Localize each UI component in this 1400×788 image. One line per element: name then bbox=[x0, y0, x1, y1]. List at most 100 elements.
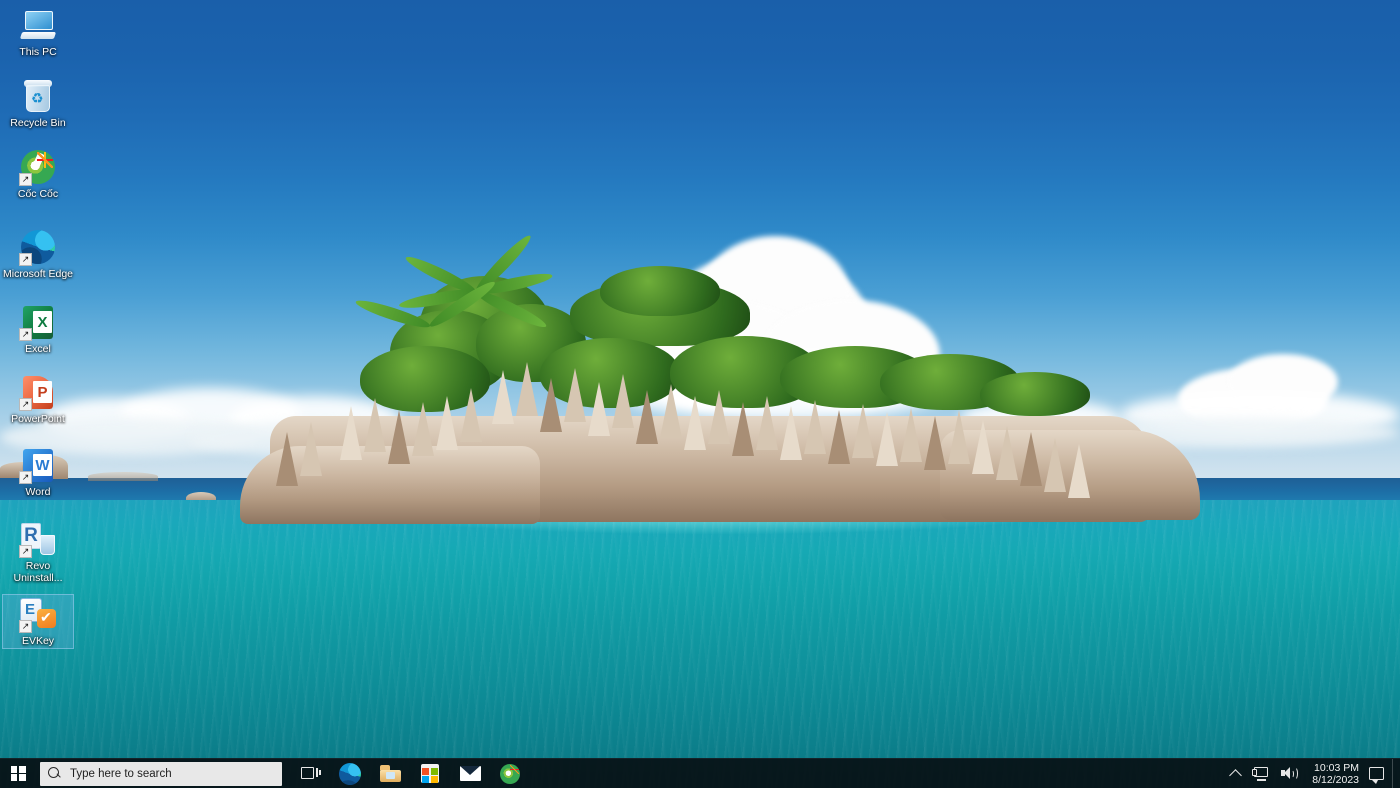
speaker-icon bbox=[1281, 767, 1299, 781]
desktop-icon-label: Microsoft Edge bbox=[2, 268, 74, 280]
rock-spike bbox=[340, 406, 362, 460]
distant-islet bbox=[88, 472, 158, 481]
rock-spike bbox=[636, 390, 658, 444]
show-desktop-button[interactable] bbox=[1392, 758, 1398, 788]
desktop-icon-evkey[interactable]: EVKey bbox=[2, 594, 74, 649]
microsoft-word-icon: W bbox=[19, 446, 57, 484]
rock-spike bbox=[460, 388, 482, 442]
desktop-icon-label: EVKey bbox=[21, 635, 55, 647]
chevron-up-icon bbox=[1229, 768, 1243, 782]
rock-spike bbox=[756, 396, 778, 450]
search-icon bbox=[48, 767, 61, 780]
desktop-icon-revo-uninstaller[interactable]: R Revo Uninstall... bbox=[2, 520, 74, 584]
rock-spike bbox=[612, 374, 634, 428]
desktop-icon-excel[interactable]: X Excel bbox=[2, 303, 74, 356]
rock-spike bbox=[972, 420, 994, 474]
shortcut-badge-icon bbox=[19, 173, 32, 186]
shortcut-badge-icon bbox=[19, 471, 32, 484]
desktop-icon-label: Revo Uninstall... bbox=[13, 560, 63, 584]
desktop-icon-recycle-bin[interactable]: ♻ Recycle Bin bbox=[2, 77, 74, 130]
desktop-icon-label: Excel bbox=[25, 343, 51, 355]
rock-spike bbox=[564, 368, 586, 422]
rock-spike bbox=[852, 404, 874, 458]
search-placeholder: Type here to search bbox=[70, 767, 172, 780]
network-status-button[interactable] bbox=[1246, 759, 1275, 788]
rock-spike bbox=[388, 410, 410, 464]
wallpaper-island bbox=[240, 231, 1200, 535]
desktop-icon-label: PowerPoint bbox=[11, 413, 65, 425]
network-icon bbox=[1252, 766, 1269, 781]
show-hidden-icons-button[interactable] bbox=[1225, 759, 1246, 788]
rock-spike bbox=[588, 382, 610, 436]
recycle-bin-icon: ♻ bbox=[19, 77, 57, 115]
rock-spike bbox=[804, 400, 826, 454]
shortcut-badge-icon bbox=[19, 620, 32, 633]
taskbar-app-microsoft-edge[interactable] bbox=[330, 759, 370, 788]
microsoft-excel-icon: X bbox=[19, 303, 57, 341]
rock-spike bbox=[492, 370, 514, 424]
rock-spike bbox=[1068, 444, 1090, 498]
desktop-icon-word[interactable]: W Word bbox=[2, 446, 74, 499]
rock-spike bbox=[948, 410, 970, 464]
clock[interactable]: 10:03 PM 8/12/2023 bbox=[1304, 759, 1367, 788]
task-view-icon bbox=[300, 766, 321, 781]
taskbar-app-mail[interactable] bbox=[450, 759, 490, 788]
rock-spike bbox=[516, 362, 538, 416]
rock-spike bbox=[924, 416, 946, 470]
wallpaper-water-ripples bbox=[0, 500, 1400, 788]
microsoft-powerpoint-icon: P bbox=[19, 373, 57, 411]
rock-spike bbox=[684, 396, 706, 450]
coccoc-browser-icon bbox=[19, 148, 57, 186]
rock-spike bbox=[780, 406, 802, 460]
rock-spike bbox=[732, 402, 754, 456]
rock-spike bbox=[828, 410, 850, 464]
taskbar-pinned-apps bbox=[290, 759, 530, 788]
windows-logo-icon bbox=[10, 766, 26, 781]
desktop-icon-microsoft-edge[interactable]: Microsoft Edge bbox=[2, 228, 74, 281]
clock-date: 8/12/2023 bbox=[1312, 773, 1359, 786]
evkey-icon bbox=[19, 595, 57, 633]
microsoft-edge-icon bbox=[19, 228, 57, 266]
rock-spike bbox=[540, 378, 562, 432]
desktop-icon-powerpoint[interactable]: P PowerPoint bbox=[2, 373, 74, 426]
revo-uninstaller-icon: R bbox=[19, 520, 57, 558]
task-view-button[interactable] bbox=[290, 759, 330, 788]
rock-spike bbox=[900, 408, 922, 462]
desktop-icon-coc-coc[interactable]: Cốc Cốc bbox=[2, 148, 74, 201]
search-input[interactable]: Type here to search bbox=[40, 761, 282, 786]
taskbar: Type here to search 10:03 PM 8/12/2023 bbox=[0, 758, 1400, 788]
clock-time: 10:03 PM bbox=[1314, 761, 1359, 774]
shrub bbox=[980, 372, 1090, 416]
desktop-icon-label: This PC bbox=[19, 46, 57, 58]
shortcut-badge-icon bbox=[19, 545, 32, 558]
desktop-icon-label: Cốc Cốc bbox=[17, 188, 59, 200]
taskbar-app-coc-coc[interactable] bbox=[490, 759, 530, 788]
shortcut-badge-icon bbox=[19, 253, 32, 266]
microsoft-store-icon bbox=[421, 764, 439, 783]
mail-icon bbox=[459, 766, 481, 781]
rock-spike bbox=[1044, 438, 1066, 492]
computer-icon bbox=[19, 6, 57, 44]
rock-spike bbox=[876, 412, 898, 466]
desktop-icon-this-pc[interactable]: This PC bbox=[2, 6, 74, 59]
desktop-icon-label: Word bbox=[25, 486, 51, 498]
rock-spike bbox=[364, 398, 386, 452]
taskbar-app-file-explorer[interactable] bbox=[370, 759, 410, 788]
windows-desktop: This PC ♻ Recycle Bin Cốc Cốc Microsoft … bbox=[0, 0, 1400, 788]
rock-spike bbox=[300, 422, 322, 476]
rock-spike bbox=[996, 426, 1018, 480]
umbrella-tree-canopy bbox=[600, 266, 720, 316]
rock-spike bbox=[660, 384, 682, 438]
notification-icon[interactable] bbox=[1369, 767, 1384, 784]
microsoft-edge-icon bbox=[339, 762, 361, 785]
rock-spike bbox=[412, 402, 434, 456]
desktop-wallpaper bbox=[0, 0, 1400, 788]
volume-button[interactable] bbox=[1275, 759, 1304, 788]
coccoc-browser-icon bbox=[500, 763, 520, 784]
shortcut-badge-icon bbox=[19, 328, 32, 341]
system-tray: 10:03 PM 8/12/2023 bbox=[1225, 758, 1400, 788]
taskbar-app-microsoft-store[interactable] bbox=[410, 759, 450, 788]
rock-spike bbox=[708, 390, 730, 444]
start-button[interactable] bbox=[0, 759, 36, 788]
shortcut-badge-icon bbox=[19, 398, 32, 411]
